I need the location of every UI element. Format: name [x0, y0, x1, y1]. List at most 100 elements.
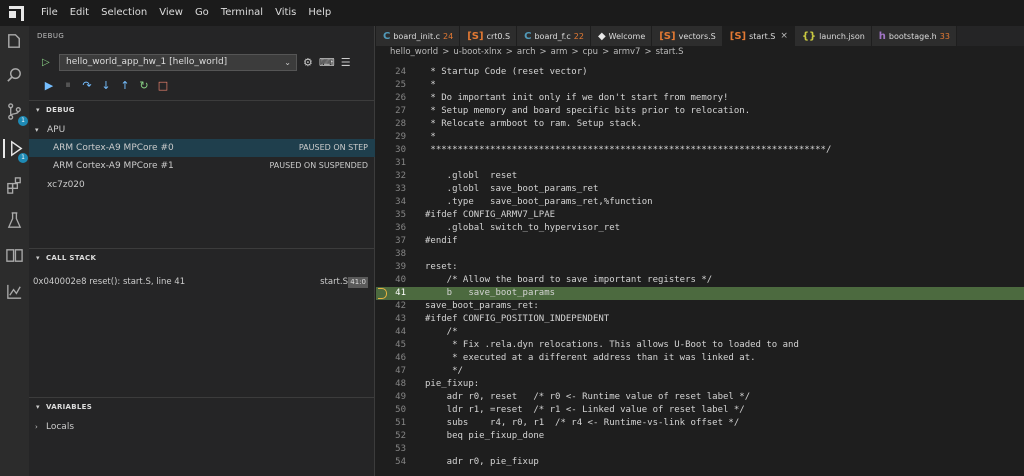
code-line[interactable]: 42 save_boot_params_ret: [376, 300, 1024, 313]
code-line[interactable]: 37 #endif [376, 235, 1024, 248]
menu-selection[interactable]: Selection [95, 0, 153, 26]
step-over-icon[interactable]: ↷ [81, 79, 93, 92]
code-line[interactable]: 50 ldr r1, =reset /* r1 <- Linked value … [376, 404, 1024, 417]
breadcrumb-item[interactable]: cpu [583, 47, 598, 57]
more-actions-icon[interactable]: ☰ [341, 56, 351, 69]
analytics-icon[interactable] [5, 282, 24, 301]
line-number: 26 [395, 93, 406, 103]
source-control-icon[interactable]: 1 [5, 102, 28, 126]
line-number: 38 [395, 249, 406, 259]
breadcrumb-item[interactable]: start.S [656, 47, 684, 57]
flask-icon[interactable] [5, 211, 24, 230]
code-line[interactable]: 26 * Do important init only if we don't … [376, 92, 1024, 105]
menu-go[interactable]: Go [189, 0, 215, 26]
tab-launch-json[interactable]: {} launch.json [794, 26, 872, 46]
code-line[interactable]: 46 * executed at a different address tha… [376, 352, 1024, 365]
code-view[interactable]: 24 * Startup Code (reset vector) 25 * 26 *… [376, 66, 1024, 476]
breadcrumb-item[interactable]: hello_world [390, 47, 438, 57]
code-line[interactable]: 53 [376, 443, 1024, 456]
line-number: 45 [395, 340, 406, 350]
explorer-icon[interactable] [5, 31, 24, 50]
code-line[interactable]: 39 reset: [376, 261, 1024, 274]
file-type-icon: ◆ [597, 30, 606, 42]
menu-file[interactable]: File [35, 0, 64, 26]
menu-edit[interactable]: Edit [64, 0, 95, 26]
close-icon[interactable]: × [780, 31, 788, 41]
launch-config-label: hello_world_app_hw_1 [hello_world] [66, 57, 228, 67]
code-line[interactable]: 24 * Startup Code (reset vector) [376, 66, 1024, 79]
gear-icon[interactable]: ⚙ [303, 56, 313, 69]
code-line[interactable]: 28 * Relocate armboot to ram. Setup stac… [376, 118, 1024, 131]
line-number: 40 [395, 275, 406, 285]
tab-board-f-c[interactable]: Cboard_f.c 22 [517, 26, 591, 46]
code-line[interactable]: 45 * Fix .rela.dyn relocations. This all… [376, 339, 1024, 352]
code-line[interactable]: 29 * [376, 131, 1024, 144]
tab-start-s[interactable]: [S] start.S × [722, 26, 795, 46]
code-line[interactable]: 35 #ifdef CONFIG_ARMV7_LPAE [376, 209, 1024, 222]
code-line[interactable]: 34 .type save_boot_params_ret,%function [376, 196, 1024, 209]
tab-crt0-s[interactable]: [S] crt0.S [460, 26, 518, 46]
code-line[interactable]: 40 /* Allow the board to save important … [376, 274, 1024, 287]
pause-icon[interactable]: ⏸ [62, 78, 74, 91]
code-line[interactable]: 44 /* [376, 326, 1024, 339]
breadcrumb-item[interactable]: arm [551, 47, 568, 57]
call-stack-header[interactable]: ▾ CALL STACK [29, 248, 375, 266]
code-line[interactable]: 49 adr r0, reset /* r0 <- Runtime value … [376, 391, 1024, 404]
code-line[interactable]: 52 beq pie_fixup_done [376, 430, 1024, 443]
book-icon[interactable] [5, 246, 24, 265]
tree-item-xc7z020[interactable]: xc7z020 [29, 176, 375, 194]
tab-vectors-s[interactable]: [S] vectors.S [652, 26, 723, 46]
code-line[interactable]: 30 *************************************… [376, 144, 1024, 157]
code-line[interactable]: 27 * Setup memory and board specific bit… [376, 105, 1024, 118]
breadcrumb-item[interactable]: u-boot-xlnx [453, 47, 501, 57]
tab-board-init-c[interactable]: Cboard_init.c 24 [376, 26, 461, 46]
breadcrumb-item[interactable]: armv7 [613, 47, 640, 57]
tab-label: launch.json [819, 31, 865, 41]
continue-icon[interactable]: ▶ [43, 79, 55, 92]
code-line[interactable]: 51 subs r4, r0, r1 /* r4 <- Runtime-vs-l… [376, 417, 1024, 430]
tree-item-locals[interactable]: › Locals [29, 418, 375, 436]
call-stack-frame[interactable]: 0x040002e8 reset(): start.S, line 41 sta… [29, 273, 375, 291]
line-number: 25 [395, 80, 406, 90]
debug-section-header[interactable]: ▾ DEBUG [29, 100, 375, 118]
menu-terminal[interactable]: Terminal [215, 0, 269, 26]
extensions-icon[interactable] [5, 176, 24, 195]
line-text: * [425, 80, 436, 90]
code-line[interactable]: 31 [376, 157, 1024, 170]
restart-icon[interactable]: ↻ [138, 79, 150, 92]
problem-count: 33 [939, 31, 950, 41]
search-icon[interactable] [5, 66, 24, 85]
code-line[interactable]: 47 */ [376, 365, 1024, 378]
code-line[interactable]: 41 b save_boot_params [376, 287, 1024, 300]
step-out-icon[interactable]: ↑ [119, 79, 131, 92]
stop-icon[interactable]: □ [157, 79, 169, 92]
variables-header[interactable]: ▾ VARIABLES [29, 397, 375, 415]
tree-item-core1[interactable]: ARM Cortex-A9 MPCore #1 PAUSED ON SUSPEN… [29, 157, 375, 175]
line-text: .type save_boot_params_ret,%function [425, 197, 653, 207]
code-line[interactable]: 48 pie_fixup: [376, 378, 1024, 391]
tab-bootstage-h[interactable]: h bootstage.h 33 [871, 26, 957, 46]
breadcrumb-separator: > [602, 47, 610, 57]
line-text: * Setup memory and board specific bits p… [425, 106, 751, 116]
code-line[interactable]: 33 .globl save_boot_params_ret [376, 183, 1024, 196]
code-line[interactable]: 38 [376, 248, 1024, 261]
menu-help[interactable]: Help [302, 0, 337, 26]
menu-vitis[interactable]: Vitis [269, 0, 302, 26]
start-debug-icon[interactable]: ▷ [42, 56, 56, 70]
terminal-icon[interactable]: ⌨ [319, 56, 335, 69]
code-line[interactable]: 32 .globl reset [376, 170, 1024, 183]
code-line[interactable]: 25 * [376, 79, 1024, 92]
run-debug-icon[interactable]: 1 [3, 139, 28, 163]
menu-view[interactable]: View [153, 0, 189, 26]
launch-config-select[interactable]: hello_world_app_hw_1 [hello_world] ⌄ [59, 54, 297, 71]
tree-item-core0[interactable]: ARM Cortex-A9 MPCore #0 PAUSED ON STEP [29, 139, 375, 157]
tree-item-apu[interactable]: ▾ APU [29, 121, 375, 139]
tab-welcome[interactable]: ◆ Welcome [590, 26, 653, 46]
step-into-icon[interactable]: ↓ [100, 79, 112, 92]
code-line[interactable]: 36 .global switch_to_hypervisor_ret [376, 222, 1024, 235]
breadcrumb-separator: > [539, 47, 547, 57]
code-line[interactable]: 54 adr r0, pie_fixup [376, 456, 1024, 469]
code-line[interactable]: 43 #ifdef CONFIG_POSITION_INDEPENDENT [376, 313, 1024, 326]
tab-label: vectors.S [678, 31, 716, 41]
breadcrumb-item[interactable]: arch [517, 47, 536, 57]
